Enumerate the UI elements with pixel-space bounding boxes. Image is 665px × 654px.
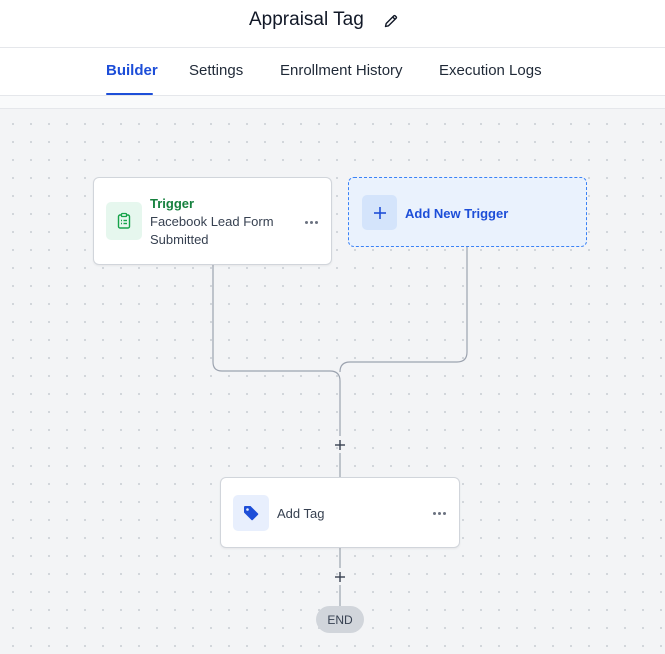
action-icon-box	[233, 495, 269, 531]
tab-bar: Builder Settings Enrollment History Exec…	[0, 48, 665, 96]
tab-builder[interactable]: Builder	[106, 62, 158, 79]
clipboard-list-icon	[117, 212, 131, 229]
add-tag-action-card[interactable]: Add Tag	[220, 477, 460, 548]
tab-enrollment-history[interactable]: Enrollment History	[280, 62, 403, 79]
plus-icon	[373, 206, 386, 219]
more-horizontal-icon	[304, 220, 308, 224]
active-tab-indicator	[106, 93, 153, 95]
trigger-more-button[interactable]	[301, 214, 321, 230]
plus-icon	[335, 572, 345, 582]
workflow-title: Appraisal Tag	[249, 9, 364, 30]
trigger-icon-box	[106, 202, 142, 240]
title-bar: Appraisal Tag	[0, 0, 665, 48]
edit-title-button[interactable]	[381, 11, 401, 31]
tab-settings[interactable]: Settings	[189, 62, 243, 79]
tag-icon	[244, 506, 259, 521]
action-label: Add Tag	[277, 506, 325, 521]
more-horizontal-icon	[432, 511, 436, 515]
plus-icon	[335, 440, 345, 450]
trigger-card[interactable]: Trigger Facebook Lead Form Submitted	[93, 177, 332, 265]
end-node: END	[316, 606, 364, 633]
pencil-icon	[384, 14, 398, 28]
tab-execution-logs[interactable]: Execution Logs	[439, 62, 542, 79]
trigger-description: Facebook Lead Form Submitted	[150, 214, 274, 247]
add-step-button-after-action[interactable]	[331, 568, 349, 586]
add-trigger-label: Add New Trigger	[405, 206, 509, 221]
header-spacer	[0, 96, 665, 108]
add-step-button[interactable]	[331, 436, 349, 454]
add-new-trigger-button[interactable]: Add New Trigger	[348, 177, 587, 247]
action-more-button[interactable]	[429, 505, 449, 521]
trigger-label: Trigger	[150, 196, 195, 211]
add-trigger-icon-box	[362, 195, 397, 230]
